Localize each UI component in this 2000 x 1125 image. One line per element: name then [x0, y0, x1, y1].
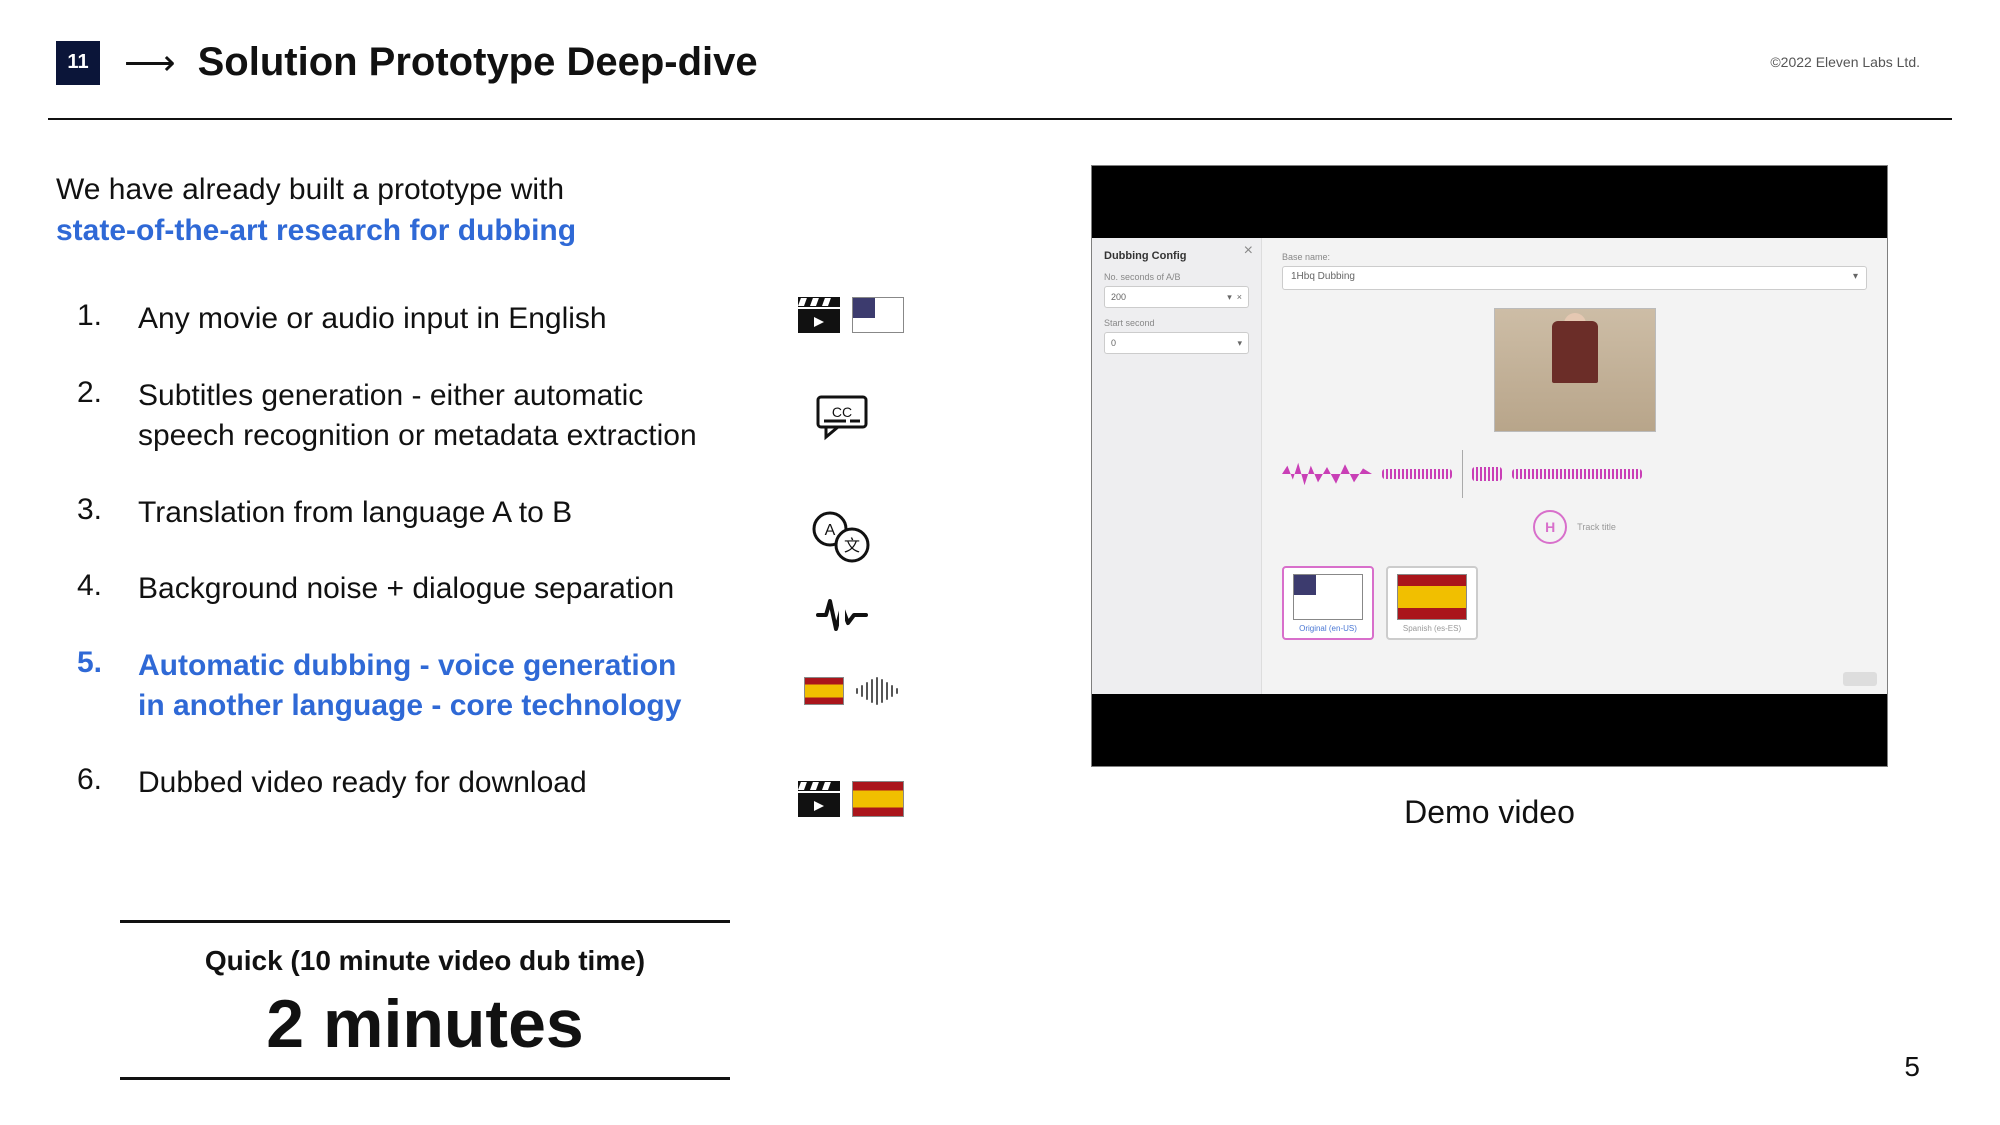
- waveform-icon: [1472, 467, 1502, 481]
- waveform-icon: [1512, 469, 1642, 479]
- flag-es-icon: [804, 677, 844, 705]
- intro-line-1: We have already built a prototype with: [56, 173, 564, 206]
- page-number-badge: 11: [56, 41, 100, 85]
- header-rule: [48, 118, 1952, 120]
- list-number: 3.: [56, 493, 102, 527]
- demo-video-card[interactable]: × Dubbing Config No. seconds of A/B 200▾…: [1092, 166, 1887, 766]
- speaker-label: Track title: [1577, 522, 1616, 532]
- config-label-start: Start second: [1104, 318, 1249, 328]
- clapper-icon: [796, 295, 842, 335]
- video-thumbnail: [1494, 308, 1656, 432]
- waveform-icon: [1282, 460, 1372, 488]
- list-item: 2. Subtitles generation - either automat…: [56, 376, 886, 457]
- list-text: Translation from language A to B: [138, 493, 572, 534]
- speaker-avatar[interactable]: H: [1533, 510, 1567, 544]
- language-tab-original[interactable]: Original (en-US): [1282, 566, 1374, 640]
- waveform-icon: [1382, 469, 1452, 479]
- language-tab-caption: Original (en-US): [1299, 624, 1357, 633]
- demo-caption: Demo video: [1092, 794, 1887, 831]
- language-tab-caption: Spanish (es-ES): [1403, 624, 1461, 633]
- flag-us-icon: [1293, 574, 1363, 620]
- feature-list: 1. Any movie or audio input in English 2…: [56, 299, 886, 803]
- svg-text:文: 文: [844, 537, 860, 555]
- corner-toggle[interactable]: [1843, 672, 1877, 686]
- demo-main-panel: Base name: 1Hbq Dubbing▾ H Track title: [1262, 238, 1887, 694]
- callout-rule-bottom: [120, 1077, 730, 1080]
- list-number: 5.: [56, 646, 102, 680]
- list-number: 6.: [56, 763, 102, 797]
- copyright-text: ©2022 Eleven Labs Ltd.: [1770, 54, 1920, 70]
- waveform-row[interactable]: [1282, 460, 1867, 488]
- config-label-seconds: No. seconds of A/B: [1104, 272, 1249, 282]
- intro-highlight: state-of-the-art research for dubbing: [56, 214, 576, 247]
- language-tab-spanish[interactable]: Spanish (es-ES): [1386, 566, 1478, 640]
- callout-label: Quick (10 minute video dub time): [120, 945, 730, 977]
- list-item: 3. Translation from language A to B: [56, 493, 886, 534]
- list-item: 4. Background noise + dialogue separatio…: [56, 569, 886, 610]
- wave-split-icon: [816, 597, 868, 633]
- list-text: Dubbed video ready for download: [138, 763, 587, 804]
- demo-config-panel: × Dubbing Config No. seconds of A/B 200▾…: [1092, 238, 1262, 694]
- list-text: Background noise + dialogue separation: [138, 569, 674, 610]
- svg-text:CC: CC: [832, 404, 852, 420]
- config-title: Dubbing Config: [1104, 250, 1249, 262]
- basename-select[interactable]: 1Hbq Dubbing▾: [1282, 266, 1867, 290]
- list-item-highlighted: 5. Automatic dubbing - voice generation …: [56, 646, 886, 727]
- flag-es-icon: [1397, 574, 1467, 620]
- callout-rule-top: [120, 920, 730, 923]
- translate-icon: A文: [810, 511, 872, 565]
- list-number: 2.: [56, 376, 102, 410]
- svg-text:A: A: [825, 522, 836, 539]
- list-item: 1. Any movie or audio input in English: [56, 299, 886, 340]
- time-callout: Quick (10 minute video dub time) 2 minut…: [120, 920, 730, 1080]
- playhead-icon[interactable]: [1462, 450, 1463, 498]
- video-letterbox-top: [1092, 166, 1887, 238]
- list-text: Subtitles generation - either automatic …: [138, 376, 698, 457]
- list-number: 1.: [56, 299, 102, 333]
- flag-us-icon: [852, 297, 904, 333]
- arrow-icon: ⟶: [124, 45, 174, 81]
- close-icon[interactable]: ×: [1244, 242, 1253, 260]
- basename-label: Base name:: [1282, 252, 1867, 262]
- list-text: Automatic dubbing - voice generation in …: [138, 646, 698, 727]
- list-text: Any movie or audio input in English: [138, 299, 607, 340]
- flag-es-icon: [852, 781, 904, 817]
- list-number: 4.: [56, 569, 102, 603]
- callout-value: 2 minutes: [120, 985, 730, 1063]
- slide-title: Solution Prototype Deep-dive: [198, 40, 758, 85]
- video-letterbox-bottom: [1092, 694, 1887, 766]
- slide-number: 5: [1904, 1051, 1920, 1083]
- cc-icon: CC: [816, 395, 868, 443]
- list-item: 6. Dubbed video ready for download: [56, 763, 886, 804]
- clapper-icon: [796, 779, 842, 819]
- config-input-seconds[interactable]: 200▾ ×: [1104, 286, 1249, 308]
- soundwave-icon: [854, 677, 900, 705]
- config-input-start[interactable]: 0▾: [1104, 332, 1249, 354]
